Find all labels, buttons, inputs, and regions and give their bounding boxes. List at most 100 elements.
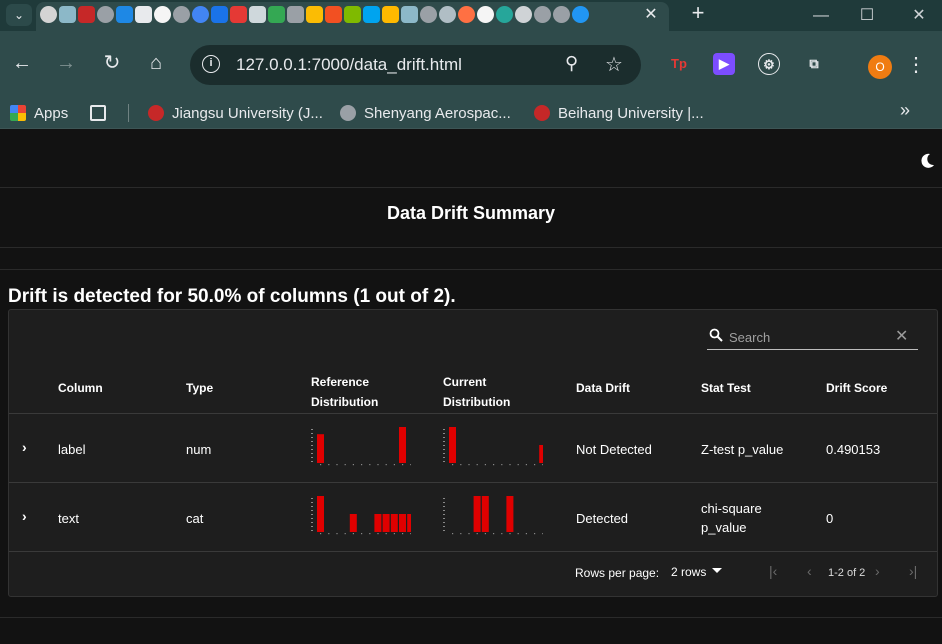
maximize-icon[interactable]: ☐ [844,0,890,31]
back-arrow-icon[interactable]: ← [8,49,36,77]
distribution-bar [506,496,514,532]
microsoft-favicon-icon[interactable] [325,6,342,23]
forward-arrow-icon[interactable]: → [52,49,80,77]
apps-favicon-icon[interactable] [249,6,266,23]
header-text: Current [443,375,487,389]
drive-favicon-icon[interactable] [268,6,285,23]
youtube-favicon-icon[interactable] [230,6,247,23]
chrome-favicon-icon[interactable] [40,6,57,23]
back-arrow-favicon-icon[interactable] [515,6,532,23]
expand-chevron-icon[interactable]: › [22,508,27,524]
bookmark-apps[interactable]: Apps [10,103,68,123]
close-window-icon[interactable]: ✕ [896,0,942,31]
bin-tick [525,464,527,466]
bookmark-shenyang[interactable]: Shenyang Aerospac... [340,103,511,123]
coffee-favicon-icon[interactable] [59,6,76,23]
tab-groups-button[interactable] [90,103,106,123]
maps-favicon-icon[interactable] [287,6,304,23]
home-icon[interactable]: ⌂ [142,49,170,77]
search-box[interactable]: ✕ [707,324,918,350]
bookmark-beihang[interactable]: Beihang University |... [534,103,704,123]
profile-avatar[interactable]: O [868,55,892,79]
drift-summary-message: Drift is detected for 50.0% of columns (… [8,286,456,307]
axis-tick [443,502,445,503]
coffee-favicon-icon[interactable] [401,6,418,23]
first-page-icon[interactable]: |‹ [769,563,777,579]
axis-tick [311,449,313,450]
header-reference-distribution[interactable]: Reference Distribution [311,372,378,412]
header-type[interactable]: Type [186,378,213,398]
chevron-down-icon[interactable] [712,568,722,573]
previous-page-icon[interactable]: ‹ [807,563,812,579]
sunburst-favicon-icon[interactable] [458,6,475,23]
github-favicon-icon[interactable] [154,6,171,23]
university-icon [148,105,164,121]
axis-tick [311,453,313,454]
pdf-favicon-icon[interactable] [78,6,95,23]
bin-tick [493,464,495,466]
mail-favicon-icon[interactable] [306,6,323,23]
bin-tick [501,464,503,466]
analytics-favicon-icon[interactable] [211,6,228,23]
globe-favicon-icon[interactable] [173,6,190,23]
store-favicon-icon[interactable] [116,6,133,23]
header-data-drift[interactable]: Data Drift [576,378,630,398]
extensions-puzzle-icon[interactable]: ⧉ [803,53,825,75]
row-divider [9,551,937,552]
clear-search-icon[interactable]: ✕ [895,326,908,346]
globe-favicon-icon[interactable] [420,6,437,23]
loading-favicon-icon[interactable] [572,6,589,23]
moon-icon[interactable] [918,152,936,170]
header-current-distribution[interactable]: Current Distribution [443,372,510,412]
globe-favicon-icon[interactable] [553,6,570,23]
globe-favicon-icon[interactable] [534,6,551,23]
axis-tick [443,429,445,430]
minimize-icon[interactable]: — [798,0,844,31]
axis-tick [311,441,313,442]
menu-kebab-icon[interactable]: ⋮ [906,53,926,77]
axis-tick [311,429,313,430]
chatgpt-extension-icon[interactable]: ⚙ [758,53,780,75]
expand-chevron-icon[interactable]: › [22,439,27,455]
feather-favicon-icon[interactable] [496,6,513,23]
header-drift-score[interactable]: Drift Score [826,378,887,398]
rows-per-page-label: Rows per page: [575,566,660,580]
distribution-bar [390,514,398,532]
bin-tick [534,464,536,466]
bookmark-star-icon[interactable]: ☆ [605,52,623,77]
last-page-icon[interactable]: ›| [909,563,917,579]
github-favicon-icon[interactable] [477,6,494,23]
search-input[interactable] [729,327,889,347]
bin-tick [484,464,486,466]
microsoft-favicon-icon[interactable] [363,6,380,23]
bin-tick [393,464,395,466]
next-page-icon[interactable]: › [875,563,880,579]
microsoft-favicon-icon[interactable] [344,6,361,23]
url-text[interactable]: 127.0.0.1:7000/data_drift.html [236,55,462,75]
header-column[interactable]: Column [58,378,103,398]
bookmarks-bar: Apps Jiangsu University (J... Shenyang A… [0,95,942,129]
bin-tick [460,464,462,466]
tab-close-icon[interactable]: ✕ [640,4,662,26]
grid-favicon-icon[interactable] [135,6,152,23]
globe-favicon-icon[interactable] [97,6,114,23]
cell-data-drift: Not Detected [576,442,652,457]
microsoft-favicon-icon[interactable] [382,6,399,23]
site-info-icon[interactable]: i [202,55,220,73]
tp-extension-icon[interactable]: Tp [668,53,690,75]
cell-stat-test: Z-test p_value [701,442,784,457]
header-stat-test[interactable]: Stat Test [701,378,751,398]
zoom-icon[interactable]: ⚲ [565,53,578,74]
aperture-favicon-icon[interactable] [439,6,456,23]
header-text: Distribution [443,395,511,409]
google-favicon-icon[interactable] [192,6,209,23]
tab-search-button[interactable]: ⌄ [6,4,32,26]
reload-icon[interactable]: ↻ [98,49,126,77]
rows-per-page-select[interactable]: 2 rows [671,565,706,579]
bookmark-jiangsu[interactable]: Jiangsu University (J... [148,103,323,123]
footer-divider [0,617,942,618]
address-bar[interactable]: i 127.0.0.1:7000/data_drift.html ⚲ ☆ [190,45,641,85]
new-tab-button[interactable]: + [686,2,710,26]
video-extension-icon[interactable]: ▶ [713,53,735,75]
more-bookmarks-icon[interactable]: » [900,100,910,121]
